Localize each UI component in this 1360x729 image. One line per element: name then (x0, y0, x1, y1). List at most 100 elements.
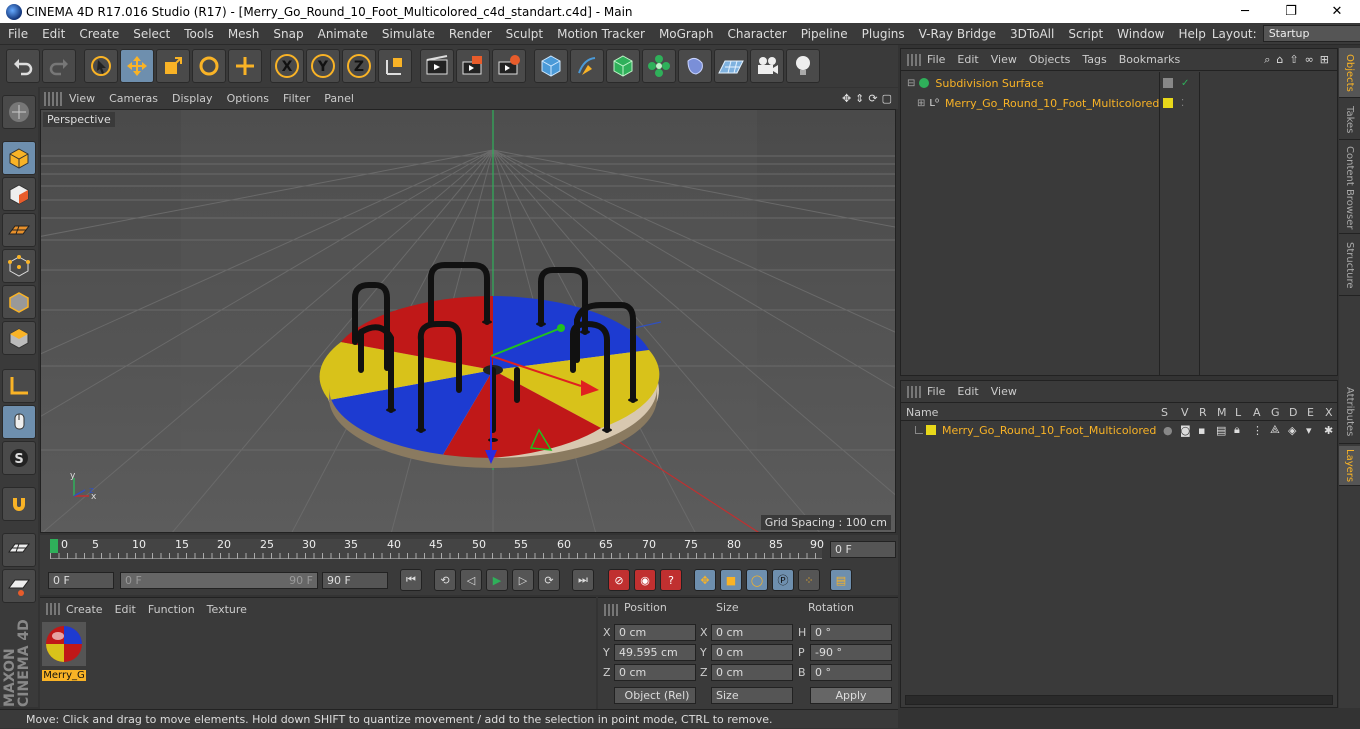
object-name[interactable]: Subdivision Surface (935, 77, 1043, 90)
menu-edit[interactable]: Edit (34, 27, 71, 41)
layers-menu-view[interactable]: View (985, 385, 1023, 398)
menu-tools[interactable]: Tools (176, 27, 220, 41)
view-toggle-icon[interactable]: ◙ (1180, 424, 1191, 437)
rot-b-field[interactable]: 0 ° (810, 664, 892, 681)
menu-window[interactable]: Window (1109, 27, 1170, 41)
menu-sculpt[interactable]: Sculpt (498, 27, 549, 41)
rot-h-field[interactable]: 0 ° (810, 624, 892, 641)
tab-takes[interactable]: Takes (1339, 100, 1360, 140)
objects-menu-bookmarks[interactable]: Bookmarks (1113, 53, 1186, 66)
layer-row[interactable]: Merry_Go_Round_10_Foot_Multicolored ● ◙ … (901, 422, 1337, 438)
menu-mograph[interactable]: MoGraph (651, 27, 720, 41)
edges-mode-icon[interactable] (2, 285, 36, 319)
playhead-marker[interactable] (50, 539, 58, 553)
go-to-start-icon[interactable]: ⏮ (400, 569, 422, 591)
subdivision-icon[interactable] (606, 49, 640, 83)
key-point-level-icon[interactable]: ⁘ (798, 569, 820, 591)
collapse-icon[interactable]: ⊟ (907, 78, 915, 89)
minimize-button[interactable]: ─ (1222, 0, 1268, 23)
play-icon[interactable]: ▶ (486, 569, 508, 591)
workplane-mode-icon[interactable] (2, 213, 36, 247)
menu-create[interactable]: Create (71, 27, 125, 41)
viewport-pan-icon[interactable]: ✥ (842, 92, 851, 105)
coordinate-mode-dropdown[interactable]: Object (Rel) (614, 687, 696, 704)
size-y-field[interactable]: 0 cm (711, 644, 793, 661)
object-row[interactable]: ⊟ Subdivision Surface ✓ (901, 74, 1337, 92)
tab-layers[interactable]: Layers (1339, 446, 1360, 486)
lock-toggle-icon[interactable]: 🔒︎ (1234, 423, 1240, 437)
expand-icon[interactable]: ⊞ (917, 98, 925, 109)
snap-magnet-icon[interactable] (2, 487, 36, 521)
layer-color-icon[interactable] (926, 425, 936, 435)
menu-motion-tracker[interactable]: Motion Tracker (549, 27, 651, 41)
rot-p-field[interactable]: -90 ° (810, 644, 892, 661)
apply-button[interactable]: Apply (810, 687, 892, 704)
scale-icon[interactable] (156, 49, 190, 83)
edit-render-settings-icon[interactable] (492, 49, 526, 83)
home-icon[interactable]: ⌂ (1276, 53, 1283, 67)
menu-file[interactable]: File (0, 27, 34, 41)
menu-snap[interactable]: Snap (265, 27, 309, 41)
menu-vray-bridge[interactable]: V-Ray Bridge (911, 27, 1002, 41)
size-x-field[interactable]: 0 cm (711, 624, 793, 641)
object-row[interactable]: ⊞ L⁰ Merry_Go_Round_10_Foot_Multicolored… (901, 94, 1337, 112)
go-to-end-icon[interactable]: ⏭ (572, 569, 594, 591)
rotate-icon[interactable] (192, 49, 226, 83)
previous-frame-icon[interactable]: ◁ (460, 569, 482, 591)
menu-script[interactable]: Script (1060, 27, 1109, 41)
polygons-mode-icon[interactable] (2, 321, 36, 355)
menu-animate[interactable]: Animate (310, 27, 374, 41)
animation-toggle-icon[interactable]: ⋮ (1252, 424, 1263, 437)
horizontal-scrollbar[interactable] (905, 695, 1333, 705)
current-frame-field[interactable]: 0 F (830, 541, 896, 558)
start-frame-field[interactable]: 0 F (48, 571, 114, 589)
layers-menu-edit[interactable]: Edit (951, 385, 984, 398)
material-menu-edit[interactable]: Edit (109, 603, 142, 616)
objects-menu-tags[interactable]: Tags (1076, 53, 1112, 66)
menu-simulate[interactable]: Simulate (374, 27, 441, 41)
pos-z-field[interactable]: 0 cm (614, 664, 696, 681)
workplane-lock-icon[interactable] (2, 533, 36, 567)
menu-help[interactable]: Help (1170, 27, 1211, 41)
size-z-field[interactable]: 0 cm (711, 664, 793, 681)
render-view-icon[interactable] (420, 49, 454, 83)
z-axis-icon[interactable]: Z (342, 49, 376, 83)
deformer-icon[interactable] (678, 49, 712, 83)
tweak-mode-icon[interactable] (2, 405, 36, 439)
pen-icon[interactable] (570, 49, 604, 83)
make-editable-icon[interactable] (2, 95, 36, 129)
solo-icon[interactable]: S (2, 441, 36, 475)
material-grip-icon[interactable] (46, 603, 60, 615)
x-axis-icon[interactable]: X (270, 49, 304, 83)
menu-select[interactable]: Select (125, 27, 176, 41)
perspective-viewport[interactable]: yxz Perspective Grid Spacing : 100 cm (40, 109, 896, 533)
enabled-check-icon[interactable]: ✓ (1181, 78, 1189, 89)
xref-toggle-icon[interactable]: ✱ (1324, 424, 1333, 437)
timeline-ruler[interactable]: 0 5 10 15 20 25 30 35 40 45 50 55 60 65 … (40, 535, 898, 565)
objects-menu-view[interactable]: View (985, 53, 1023, 66)
key-rotation-icon[interactable]: ◯ (746, 569, 768, 591)
viewport-menu-filter[interactable]: Filter (276, 92, 317, 105)
close-button[interactable]: ✕ (1314, 0, 1360, 23)
layout-dropdown[interactable]: Startup (1262, 25, 1360, 42)
undo-icon[interactable] (6, 49, 40, 83)
viewport-zoom-icon[interactable]: ⇕ (855, 92, 864, 105)
menu-3dtoall[interactable]: 3DToAll (1002, 27, 1060, 41)
points-mode-icon[interactable] (2, 249, 36, 283)
coords-grip-icon[interactable] (604, 604, 618, 616)
layer-tag-icon[interactable] (1163, 78, 1173, 88)
texture-mode-icon[interactable] (2, 177, 36, 211)
layers-grip-icon[interactable] (907, 385, 921, 398)
material-swatch[interactable]: Merry_G (42, 622, 86, 681)
solo-toggle-icon[interactable]: ● (1163, 424, 1173, 437)
material-menu-create[interactable]: Create (60, 603, 109, 616)
next-frame-icon[interactable]: ▷ (512, 569, 534, 591)
object-name[interactable]: Merry_Go_Round_10_Foot_Multicolored (945, 97, 1159, 110)
link-icon[interactable]: ∞ (1305, 53, 1314, 67)
objects-menu-edit[interactable]: Edit (951, 53, 984, 66)
menu-pipeline[interactable]: Pipeline (793, 27, 854, 41)
cube-icon[interactable] (534, 49, 568, 83)
pos-y-field[interactable]: 49.595 cm (614, 644, 696, 661)
layer-name[interactable]: Merry_Go_Round_10_Foot_Multicolored (942, 424, 1156, 437)
up-arrow-icon[interactable]: ⇧ (1289, 53, 1298, 67)
